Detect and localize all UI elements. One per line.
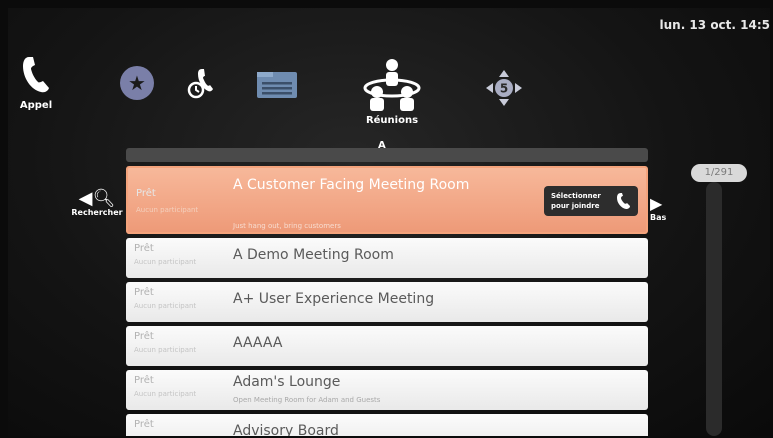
directory-button[interactable] [254,68,300,102]
scrollbar[interactable] [706,182,722,436]
search-label: Rechercher [71,208,123,217]
page-indicator: 1/291 [691,164,747,182]
search-button[interactable]: ◀🔍︎ Rechercher [70,188,124,218]
dpad-number: 5 [500,82,508,96]
meeting-description: Just hang out, bring customers [233,222,341,230]
status-label: Prêt [134,331,154,342]
clock: lun. 13 oct. 14:5 [659,18,771,32]
status-label: Prêt [136,188,156,199]
appel-button[interactable]: Appel [18,54,54,111]
list-top-bar: A [126,140,648,162]
reunions-label: Réunions [365,114,419,126]
meeting-row[interactable]: Prêt Advisory Board [126,414,648,436]
dpad-icon: 5 [486,70,522,106]
participants-label: Aucun participant [136,206,199,214]
dpad-button[interactable]: 5 [484,68,524,108]
favorites-button[interactable]: ★ [120,66,154,100]
meeting-icon [363,58,421,111]
meeting-name: Advisory Board [233,423,339,436]
meeting-name: A+ User Experience Meeting [233,291,435,307]
meeting-row[interactable]: Prêt Aucun participant A+ User Experienc… [126,282,648,322]
recents-button[interactable] [186,66,220,100]
star-icon: ★ [128,71,146,95]
select-line1: Sélectionner [551,192,601,200]
select-to-join-button[interactable]: Sélectionner pour joindre [544,186,638,216]
meeting-description: Open Meeting Room for Adam and Guests [233,396,381,404]
meeting-name: A Customer Facing Meeting Room [233,177,470,193]
meeting-list: Prêt Aucun participant A Customer Facing… [126,166,648,436]
screen: lun. 13 oct. 14:5 Appel ★ Réunions 5 A ◀… [8,8,770,436]
meeting-row[interactable]: Prêt Aucun participant Adam's Lounge Ope… [126,370,648,410]
status-label: Prêt [134,287,154,298]
list-letter: A [378,140,386,151]
right-arrow-icon: ▶ [650,194,663,213]
down-label: Bas [650,213,667,222]
phone-clock-icon [187,69,213,99]
search-icon: 🔍︎ [92,188,116,209]
meeting-name: Adam's Lounge [233,374,341,390]
appel-label: Appel [19,100,53,111]
status-label: Prêt [134,375,154,386]
phone-icon [23,57,49,93]
meeting-row[interactable]: Prêt Aucun participant AAAAA [126,326,648,366]
call-icon [613,191,635,211]
down-button[interactable]: ▶ Bas [650,194,674,223]
status-label: Prêt [134,243,154,254]
reunions-tab[interactable]: Réunions [356,52,428,128]
meeting-row[interactable]: Prêt Aucun participant A Demo Meeting Ro… [126,238,648,278]
select-line2: pour joindre [551,202,600,210]
meeting-name: AAAAA [233,335,283,351]
participants-label: Aucun participant [134,258,197,266]
meeting-row[interactable]: Prêt Aucun participant A Customer Facing… [126,166,648,234]
left-arrow-icon: ◀ [78,188,93,209]
status-label: Prêt [134,419,154,430]
directory-icon [257,72,297,98]
meeting-name: A Demo Meeting Room [233,247,394,263]
participants-label: Aucun participant [134,390,197,398]
participants-label: Aucun participant [134,302,197,310]
participants-label: Aucun participant [134,346,197,354]
